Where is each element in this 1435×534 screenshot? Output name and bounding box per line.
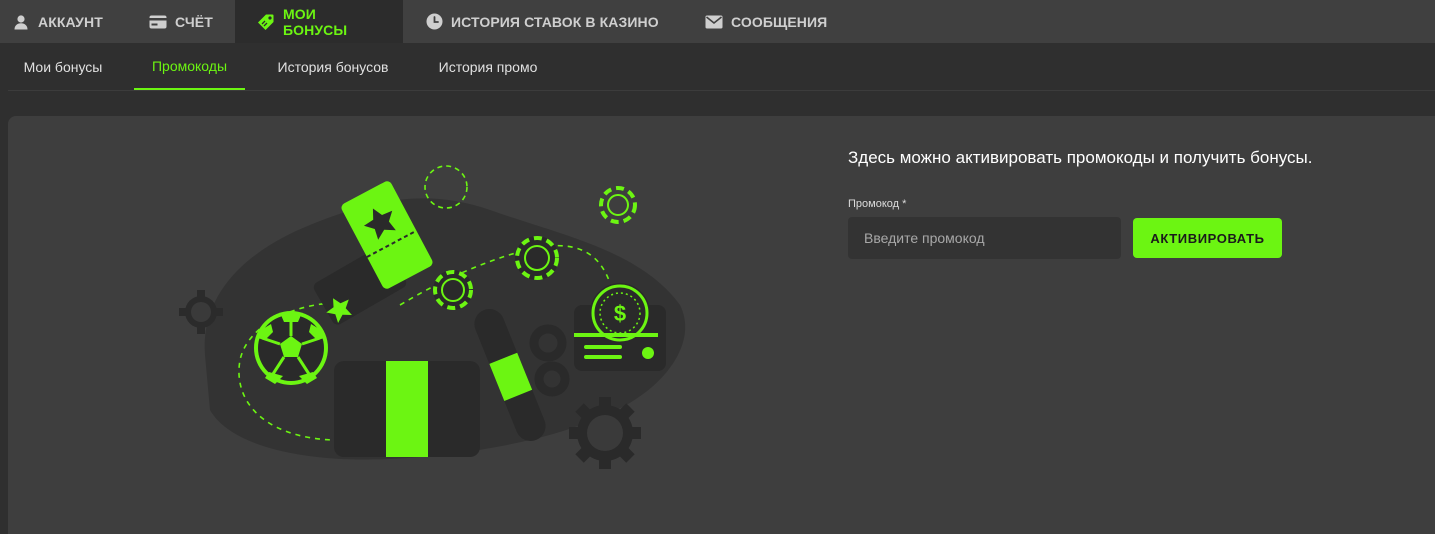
subtab-promo-history[interactable]: История промо — [422, 43, 554, 90]
subnav-divider — [8, 90, 1435, 91]
mail-icon — [705, 13, 723, 31]
chip-icon — [599, 186, 637, 224]
tab-casino-bet-history-label: История ставок в казино — [451, 13, 659, 30]
gift-box-icon — [334, 361, 480, 457]
tab-messages-label: Сообщения — [731, 13, 828, 30]
tab-account-label: Аккаунт — [38, 13, 103, 30]
top-navigation: Аккаунт Счёт Мои бонусы История ставок в… — [0, 0, 1435, 43]
tab-messages[interactable]: Сообщения — [693, 0, 853, 43]
tab-account[interactable]: Аккаунт — [0, 0, 125, 43]
tab-my-bonuses[interactable]: Мои бонусы — [235, 0, 403, 43]
activate-button[interactable]: Активировать — [1133, 218, 1282, 258]
promo-code-label: Промокод * — [848, 198, 907, 210]
tab-balance[interactable]: Счёт — [125, 0, 235, 43]
promo-illustration: $ — [179, 165, 686, 469]
tab-balance-label: Счёт — [175, 13, 213, 30]
sub-navigation: Мои бонусы Промокоды История бонусов Ист… — [0, 43, 1435, 91]
tab-casino-bet-history[interactable]: История ставок в казино — [403, 0, 693, 43]
clock-icon — [425, 13, 443, 31]
promo-code-input[interactable] — [848, 217, 1121, 259]
gear-icon — [569, 397, 641, 469]
promo-title: Здесь можно активировать промокоды и пол… — [848, 148, 1313, 167]
chip-icon — [515, 236, 559, 280]
subtab-my-bonuses[interactable]: Мои бонусы — [8, 43, 118, 90]
svg-text:$: $ — [614, 301, 626, 326]
tag-icon — [257, 13, 275, 31]
user-icon — [12, 13, 30, 31]
chip-icon — [433, 270, 473, 310]
subtab-bonus-history[interactable]: История бонусов — [262, 43, 404, 90]
tab-my-bonuses-label: Мои бонусы — [283, 5, 348, 38]
subtab-promocodes[interactable]: Промокоды — [134, 43, 245, 90]
card-icon — [149, 13, 167, 31]
soccer-ball-icon — [254, 311, 328, 385]
